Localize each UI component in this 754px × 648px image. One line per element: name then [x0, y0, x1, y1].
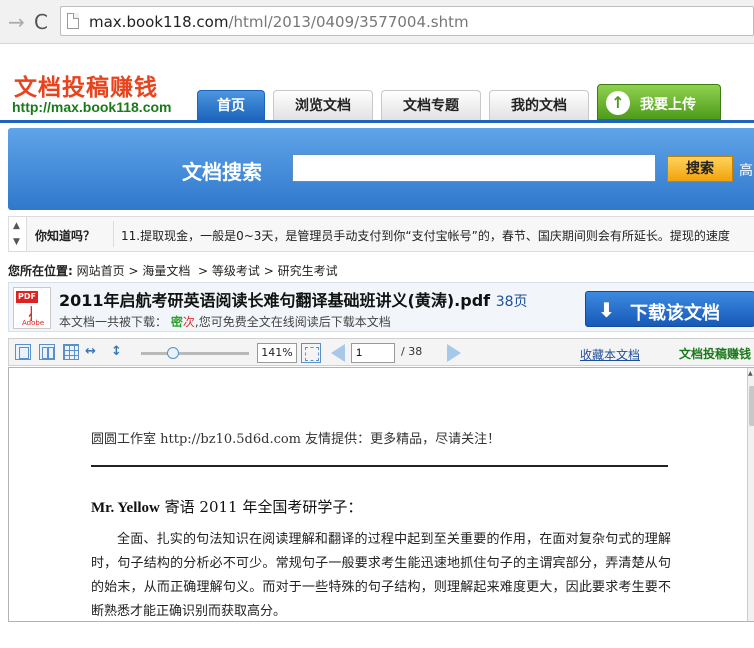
reload-icon[interactable]: C — [34, 10, 48, 34]
chevron-down-icon[interactable]: ▼ — [13, 237, 20, 247]
document-meta: 本文档一共被下载： 密次,您可免费全文在线阅读后下载本文档 — [59, 315, 391, 329]
breadcrumb-home[interactable]: 网站首页 — [77, 264, 125, 278]
header-divider — [0, 120, 754, 123]
single-page-view-icon[interactable] — [15, 344, 31, 360]
document-header: PDF ᛆ Adobe 2011年启航考研英语阅读长难句翻译基础班讲义(黄涛).… — [8, 282, 754, 332]
breadcrumb-massive-docs[interactable]: 海量文档 — [142, 264, 190, 278]
vertical-scrollbar[interactable]: ▲ — [747, 368, 754, 621]
upload-button[interactable]: ↑ 我要上传 — [597, 84, 721, 120]
tips-scroller: ▲ ▼ — [9, 217, 27, 251]
breadcrumb-grad-exam[interactable]: 研究生考试 — [278, 264, 338, 278]
back-arrow-icon[interactable]: → — [8, 10, 25, 34]
upload-label: 我要上传 — [640, 97, 696, 113]
download-label: 下载该文档 — [630, 303, 720, 324]
viewer-brand: 文档投稿赚钱 — [679, 347, 752, 361]
download-arrow-icon: ⬇ — [598, 298, 615, 322]
breadcrumb-level-exams[interactable]: 等级考试 — [212, 264, 260, 278]
url-text: max.book118.com/html/2013/0409/3577004.s… — [89, 13, 469, 31]
page-icon — [67, 13, 79, 29]
prev-page-arrow-icon[interactable] — [331, 344, 345, 362]
chevron-up-icon[interactable]: ▲ — [13, 221, 20, 231]
search-button[interactable]: 搜索 — [667, 156, 733, 182]
site-logo[interactable]: 文档投稿赚钱 — [14, 68, 158, 102]
search-input[interactable] — [292, 154, 656, 182]
page-body-text: 全面、扎实的句法知识在阅读理解和翻译的过程中起到至关重要的作用，在面对复杂句式的… — [91, 532, 671, 619]
thumbnail-view-icon[interactable] — [63, 344, 79, 360]
pdf-icon: PDF ᛆ Adobe — [13, 287, 51, 329]
document-viewer[interactable]: 圆圆工作室 http://bz10.5d6d.com 友情提供：更多精品，尽请关… — [8, 367, 754, 622]
fit-width-icon[interactable]: ↔ — [85, 343, 96, 361]
download-count: 密 — [170, 315, 183, 329]
scrollbar-thumb[interactable] — [749, 386, 754, 426]
tab-my-docs[interactable]: 我的文档 — [489, 90, 589, 120]
page-number-input[interactable] — [351, 343, 395, 363]
document-title: 2011年启航考研英语阅读长难句翻译基础班讲义(黄涛).pdf 38页 — [59, 291, 528, 310]
upload-arrow-icon: ↑ — [606, 91, 630, 115]
site-logo-url: http://max.book118.com — [12, 99, 172, 115]
tips-divider — [113, 221, 114, 247]
next-page-arrow-icon[interactable] — [447, 344, 461, 362]
fit-height-icon[interactable]: ↕ — [111, 343, 122, 361]
page-total: / 38 — [401, 345, 423, 358]
favorite-link[interactable]: 收藏本文档 — [580, 346, 640, 363]
tips-bar: ▲ ▼ 你知道吗？ 11.提取现金，一般是0~3天，是管理员手动支付到你“支付宝… — [8, 216, 754, 252]
breadcrumb: 您所在位置: 网站首页 > 海量文档 > 等级考试 > 研究生考试 — [8, 264, 338, 278]
address-bar[interactable]: max.book118.com/html/2013/0409/3577004.s… — [60, 6, 754, 36]
browser-toolbar: → C max.book118.com/html/2013/0409/35770… — [0, 0, 754, 44]
page-greeting: Mr. Yellow 寄语 2011 年全国考研学子： — [91, 498, 363, 516]
download-button[interactable]: ⬇ 下载该文档 — [585, 291, 754, 327]
page-count: 38页 — [495, 294, 528, 310]
double-page-view-icon[interactable] — [39, 344, 55, 360]
tab-home[interactable]: 首页 — [197, 90, 265, 120]
zoom-slider-thumb[interactable] — [167, 347, 180, 359]
breadcrumb-label: 您所在位置: — [8, 264, 73, 278]
tab-doc-topics[interactable]: 文档专题 — [381, 90, 481, 120]
advanced-search-link[interactable]: 高 — [739, 160, 753, 180]
fullscreen-icon[interactable] — [301, 343, 321, 363]
zoom-value: 141% — [257, 343, 297, 363]
tips-label: 你知道吗？ — [35, 229, 96, 243]
page-header-text: 圆圆工作室 http://bz10.5d6d.com 友情提供：更多精品，尽请关… — [91, 432, 501, 447]
search-title: 文档搜索 — [182, 160, 262, 184]
scroll-up-icon[interactable]: ▲ — [748, 370, 753, 377]
search-panel: 文档搜索 搜索 高 — [8, 128, 754, 210]
viewer-toolbar: ↔ ↕ 141% / 38 收藏本文档 文档投稿赚钱 — [8, 338, 754, 366]
page-header-rule — [91, 465, 668, 467]
zoom-slider[interactable] — [141, 352, 249, 355]
tips-text: 11.提取现金，一般是0~3天，是管理员手动支付到你“支付宝帐号”的，春节、国庆… — [121, 229, 730, 243]
tab-browse-docs[interactable]: 浏览文档 — [273, 90, 373, 120]
